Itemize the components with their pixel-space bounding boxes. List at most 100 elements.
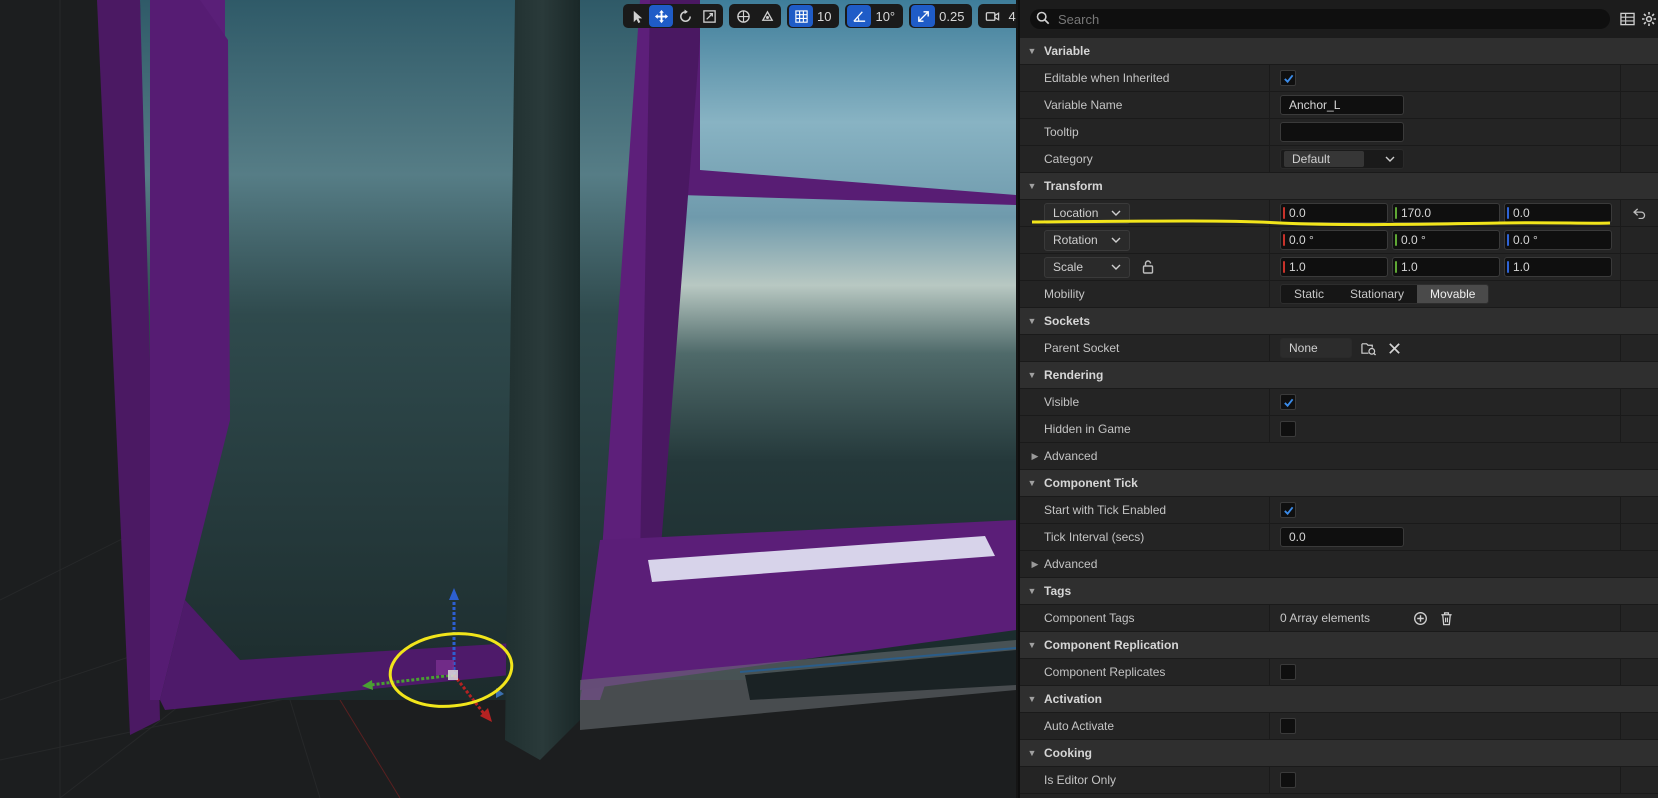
category-value: Default	[1284, 151, 1364, 167]
row-auto-activate: Auto Activate	[1020, 713, 1658, 740]
row-tooltip: Tooltip	[1020, 119, 1658, 146]
location-label: Location	[1053, 206, 1099, 220]
details-search-row	[1020, 0, 1658, 38]
clear-icon[interactable]	[1384, 338, 1404, 358]
scale-z-input[interactable]: 1.0	[1504, 257, 1612, 277]
transform-tools-group	[623, 4, 723, 28]
translate-tool-icon[interactable]	[649, 5, 673, 27]
camera-speed-value[interactable]: 4	[1004, 9, 1016, 24]
chevron-down-icon	[1111, 264, 1129, 270]
location-x-input[interactable]: 0.0	[1280, 203, 1388, 223]
row-category: Category Default	[1020, 146, 1658, 173]
mobility-movable-option[interactable]: Movable	[1417, 285, 1489, 303]
collapse-caret-icon: ▼	[1027, 640, 1037, 650]
world-coordinates-icon[interactable]	[731, 5, 755, 27]
rotation-dropdown[interactable]: Rotation	[1044, 229, 1130, 251]
viewport-scene[interactable]	[0, 0, 1016, 798]
location-dropdown[interactable]: Location	[1044, 202, 1130, 224]
settings-gear-icon[interactable]	[1641, 10, 1657, 28]
reset-to-default-icon[interactable]	[1620, 200, 1658, 226]
rotation-snap-group: 10°	[845, 4, 904, 28]
rotation-x-input[interactable]: 0.0 °	[1280, 230, 1388, 250]
rotation-label: Rotation	[1053, 233, 1098, 247]
property-label: Variable Name	[1020, 92, 1270, 118]
component-replicates-checkbox[interactable]	[1280, 664, 1296, 680]
section-tags[interactable]: ▼ Tags	[1020, 578, 1658, 605]
mobility-static-option[interactable]: Static	[1281, 285, 1337, 303]
section-sockets[interactable]: ▼ Sockets	[1020, 308, 1658, 335]
section-title: Component Tick	[1044, 476, 1138, 490]
section-title: Transform	[1044, 179, 1103, 193]
search-input[interactable]	[1058, 11, 1578, 27]
section-rendering[interactable]: ▼ Rendering	[1020, 362, 1658, 389]
rotation-z-input[interactable]: 0.0 °	[1504, 230, 1612, 250]
section-title: Cooking	[1044, 746, 1092, 760]
category-combo[interactable]: Default	[1280, 149, 1404, 169]
section-cooking[interactable]: ▼ Cooking	[1020, 740, 1658, 767]
surface-snapping-icon[interactable]	[755, 5, 779, 27]
advanced-label: Advanced	[1044, 557, 1098, 571]
variable-name-input[interactable]: Anchor_L	[1280, 95, 1404, 115]
property-label: Visible	[1020, 389, 1270, 415]
grid-snap-icon[interactable]	[789, 5, 813, 27]
mobility-stationary-option[interactable]: Stationary	[1337, 285, 1417, 303]
editable-when-inherited-checkbox[interactable]	[1280, 70, 1296, 86]
collapse-caret-icon: ▼	[1027, 316, 1037, 326]
scale-x-input[interactable]: 1.0	[1280, 257, 1388, 277]
property-label: Editable when Inherited	[1020, 65, 1270, 91]
property-matrix-icon[interactable]	[1620, 10, 1635, 28]
visible-checkbox[interactable]	[1280, 394, 1296, 410]
section-transform[interactable]: ▼ Transform	[1020, 173, 1658, 200]
delete-all-icon[interactable]	[1436, 608, 1456, 628]
section-component-replication[interactable]: ▼ Component Replication	[1020, 632, 1658, 659]
scale-tool-icon[interactable]	[697, 5, 721, 27]
hidden-in-game-checkbox[interactable]	[1280, 421, 1296, 437]
property-label: Category	[1020, 146, 1270, 172]
grid-snap-group: 10	[787, 4, 840, 28]
scale-snap-value[interactable]: 0.25	[935, 9, 970, 24]
browse-socket-icon[interactable]	[1358, 338, 1378, 358]
property-label: Start with Tick Enabled	[1020, 497, 1270, 523]
section-title: Sockets	[1044, 314, 1091, 328]
row-scale: Scale 1.0 1.0 1.0	[1020, 254, 1658, 281]
start-with-tick-checkbox[interactable]	[1280, 502, 1296, 518]
expand-caret-icon: ▶	[1031, 450, 1039, 461]
collapse-caret-icon: ▼	[1027, 748, 1037, 758]
row-mobility: Mobility Static Stationary Movable	[1020, 281, 1658, 308]
row-parent-socket: Parent Socket None	[1020, 335, 1658, 362]
parent-socket-field[interactable]: None	[1280, 338, 1352, 358]
scale-dropdown[interactable]: Scale	[1044, 256, 1130, 278]
section-component-tick[interactable]: ▼ Component Tick	[1020, 470, 1658, 497]
property-label: Parent Socket	[1020, 335, 1270, 361]
row-rendering-advanced[interactable]: ▶ Advanced	[1020, 443, 1658, 470]
section-activation[interactable]: ▼ Activation	[1020, 686, 1658, 713]
rotation-snap-value[interactable]: 10°	[871, 9, 901, 24]
add-element-icon[interactable]	[1410, 608, 1430, 628]
select-tool-icon[interactable]	[625, 5, 649, 27]
section-title: Variable	[1044, 44, 1091, 58]
rotate-tool-icon[interactable]	[673, 5, 697, 27]
search-field[interactable]	[1030, 9, 1610, 29]
collapse-caret-icon: ▼	[1027, 370, 1037, 380]
grid-snap-value[interactable]: 10	[813, 9, 837, 24]
camera-speed-icon[interactable]	[980, 5, 1004, 27]
level-viewport[interactable]: 10 10° 0.25 4	[0, 0, 1016, 798]
rotation-y-input[interactable]: 0.0 °	[1392, 230, 1500, 250]
rotation-snap-icon[interactable]	[847, 5, 872, 27]
collapse-caret-icon: ▼	[1027, 478, 1037, 488]
is-editor-only-checkbox[interactable]	[1280, 772, 1296, 788]
property-label: Tick Interval (secs)	[1020, 524, 1270, 550]
section-variable[interactable]: ▼ Variable	[1020, 38, 1658, 65]
row-tick-advanced[interactable]: ▶ Advanced	[1020, 551, 1658, 578]
chevron-down-icon	[1377, 156, 1403, 162]
location-y-input[interactable]: 170.0	[1392, 203, 1500, 223]
lock-icon[interactable]	[1142, 260, 1154, 274]
tick-interval-input[interactable]: 0.0	[1280, 527, 1404, 547]
scale-y-input[interactable]: 1.0	[1392, 257, 1500, 277]
tooltip-input[interactable]	[1280, 122, 1404, 142]
section-title: Component Replication	[1044, 638, 1179, 652]
mobility-segmented-control: Static Stationary Movable	[1280, 284, 1490, 304]
auto-activate-checkbox[interactable]	[1280, 718, 1296, 734]
scale-snap-icon[interactable]	[911, 5, 936, 27]
location-z-input[interactable]: 0.0	[1504, 203, 1612, 223]
